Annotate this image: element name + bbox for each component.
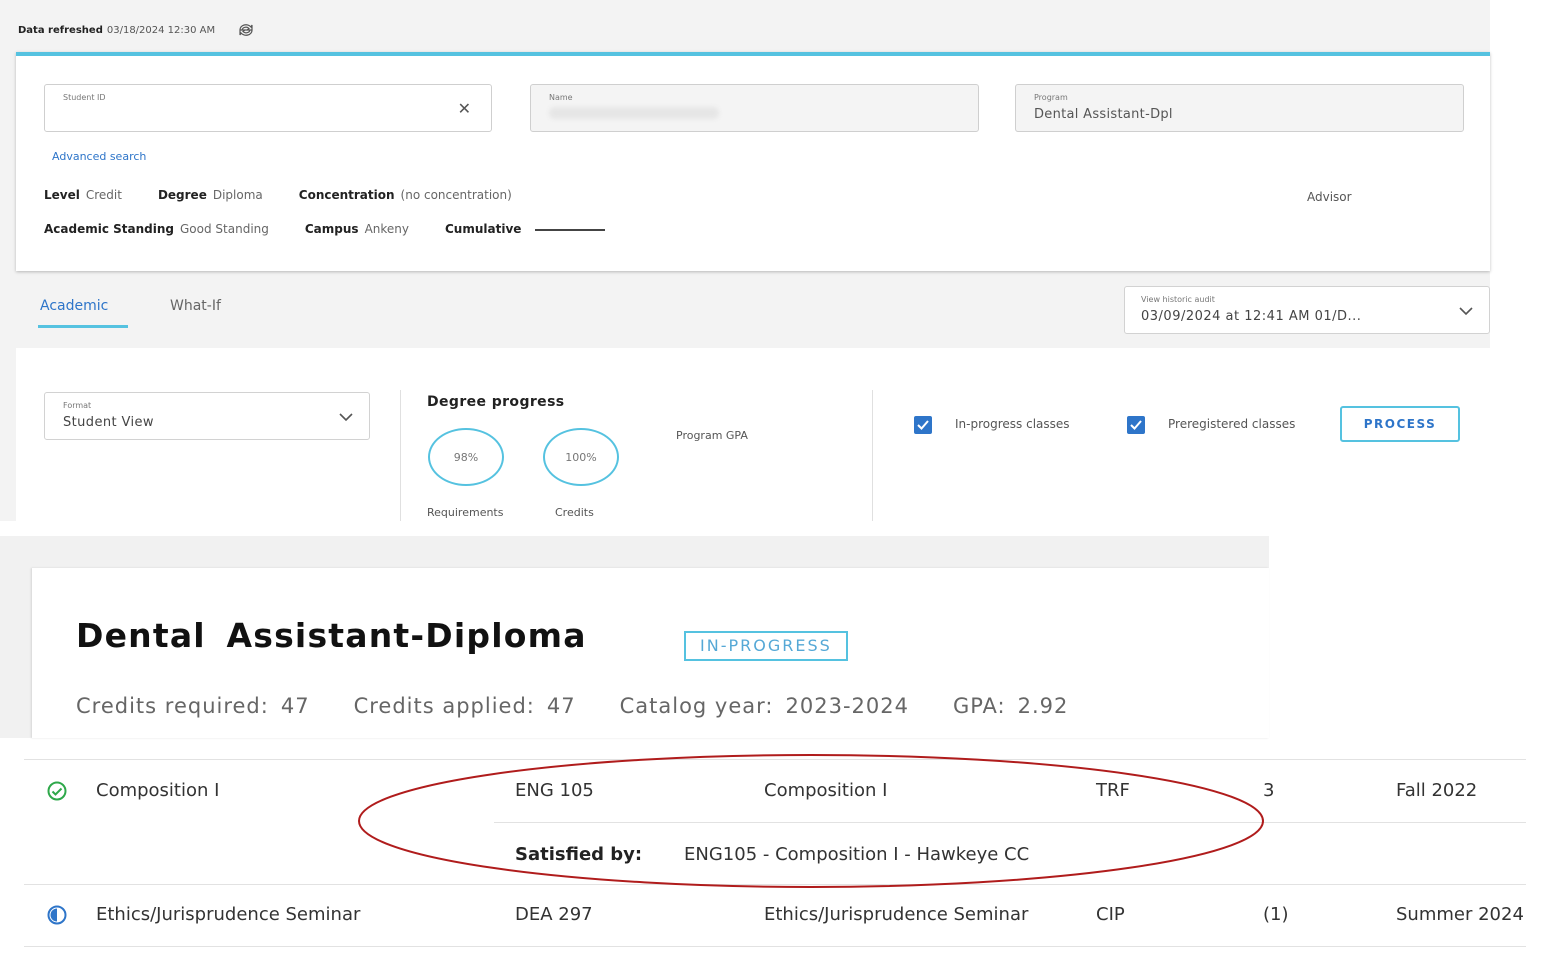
student-id-field[interactable]: Student ID ✕ <box>44 84 492 132</box>
concentration-info: Concentration (no concentration) <box>298 188 512 202</box>
chevron-down-icon <box>339 407 353 426</box>
program-field: Program Dental Assistant-Dpl <box>1015 84 1464 132</box>
student-name-label: Name <box>549 93 573 102</box>
course-grade: CIP <box>1096 904 1125 925</box>
inprogress-checkbox[interactable] <box>914 416 932 434</box>
historic-audit-label: View historic audit <box>1141 295 1215 304</box>
active-tab-indicator <box>38 325 128 328</box>
student-header-card: Student ID ✕ Name Program Dental Assista… <box>16 52 1490 271</box>
program-value: Dental Assistant-Dpl <box>1034 107 1173 122</box>
program-gpa: GPA: 2.92 <box>952 694 1069 718</box>
degree-progress-title: Degree progress <box>427 394 565 410</box>
row-divider <box>24 759 1526 760</box>
chevron-down-icon <box>1459 301 1473 320</box>
process-button[interactable]: PROCESS <box>1340 406 1460 442</box>
requirements-progress-ring: 98% <box>428 428 504 486</box>
level-info: Level Credit <box>44 188 122 202</box>
credits-required: Credits required: 47 <box>76 694 310 718</box>
program-gpa-label: Program GPA <box>676 429 748 442</box>
course-grade: TRF <box>1096 780 1130 801</box>
program-title: Dental Assistant-Diploma <box>76 616 587 655</box>
program-stats: Credits required: 47 Credits applied: 47 C… <box>76 694 1112 718</box>
historic-audit-value: 03/09/2024 at 12:41 AM 01/D... <box>1141 309 1362 324</box>
preregistered-label: Preregistered classes <box>1168 417 1296 431</box>
row-divider <box>24 946 1526 947</box>
tab-academic[interactable]: Academic <box>40 298 108 314</box>
divider <box>872 390 873 521</box>
check-circle-icon <box>46 780 68 807</box>
satisfied-by-label: Satisfied by: <box>515 844 643 865</box>
course-code[interactable]: ENG 105 <box>515 780 594 801</box>
student-id-label: Student ID <box>63 93 106 102</box>
course-title: Composition I <box>764 780 888 801</box>
credits-label: Credits <box>555 506 594 519</box>
preregistered-checkbox[interactable] <box>1127 416 1145 434</box>
tab-what-if[interactable]: What-If <box>170 298 221 314</box>
requirement-name: Composition I <box>96 780 220 801</box>
course-credits: 3 <box>1263 780 1275 801</box>
course-title: Ethics/Jurisprudence Seminar <box>764 904 1029 925</box>
course-code[interactable]: DEA 297 <box>515 904 593 925</box>
catalog-year: Catalog year: 2023-2024 <box>619 694 909 718</box>
program-label: Program <box>1034 93 1068 102</box>
requirements-label: Requirements <box>427 506 504 519</box>
refresh-label: Data refreshed <box>18 24 103 36</box>
advanced-search-link[interactable]: Advanced search <box>52 150 146 163</box>
credits-applied: Credits applied: 47 <box>353 694 576 718</box>
redacted-gpa <box>535 228 606 231</box>
course-term: Summer 2024 <box>1396 904 1524 925</box>
format-value: Student View <box>63 415 154 430</box>
student-meta-row-1: Level Credit Degree Diploma Concentration(… <box>44 188 548 202</box>
historic-audit-select[interactable]: View historic audit 03/09/2024 at 12:41 … <box>1124 286 1490 334</box>
clear-icon[interactable]: ✕ <box>458 99 471 118</box>
divider <box>400 390 401 521</box>
degree-info: Degree Diploma <box>157 188 263 202</box>
cumulative-info: Cumulative <box>445 222 606 236</box>
inprogress-label: In-progress classes <box>955 417 1070 431</box>
student-meta-row-2: Academic Standing Good Standing Campus Ank… <box>44 222 641 236</box>
row-divider <box>494 822 1526 823</box>
format-label: Format <box>63 401 92 410</box>
credits-progress-ring: 100% <box>543 428 619 486</box>
degree-progress-card: Format Student View Degree progress 98% … <box>16 348 1490 521</box>
campus-info: Campus Ankeny <box>304 222 409 236</box>
format-select[interactable]: Format Student View <box>44 392 370 440</box>
course-term: Fall 2022 <box>1396 780 1478 801</box>
student-name-field: Name <box>530 84 979 132</box>
satisfied-by-value: ENG105 - Composition I - Hawkeye CC <box>684 844 1030 865</box>
requirement-name: Ethics/Jurisprudence Seminar <box>96 904 361 925</box>
refresh-timestamp: 03/18/2024 12:30 AM <box>106 24 216 36</box>
half-circle-icon <box>46 904 68 931</box>
standing-info: Academic Standing Good Standing <box>44 222 269 236</box>
status-badge: IN-PROGRESS <box>684 631 848 661</box>
refresh-icon[interactable] <box>237 22 255 38</box>
advisor-label: Advisor <box>1307 190 1352 204</box>
row-divider <box>24 884 1526 885</box>
redacted-name <box>549 107 719 119</box>
course-credits: (1) <box>1263 904 1289 925</box>
data-refresh-bar: Data refreshed 03/18/2024 12:30 AM <box>18 22 255 38</box>
